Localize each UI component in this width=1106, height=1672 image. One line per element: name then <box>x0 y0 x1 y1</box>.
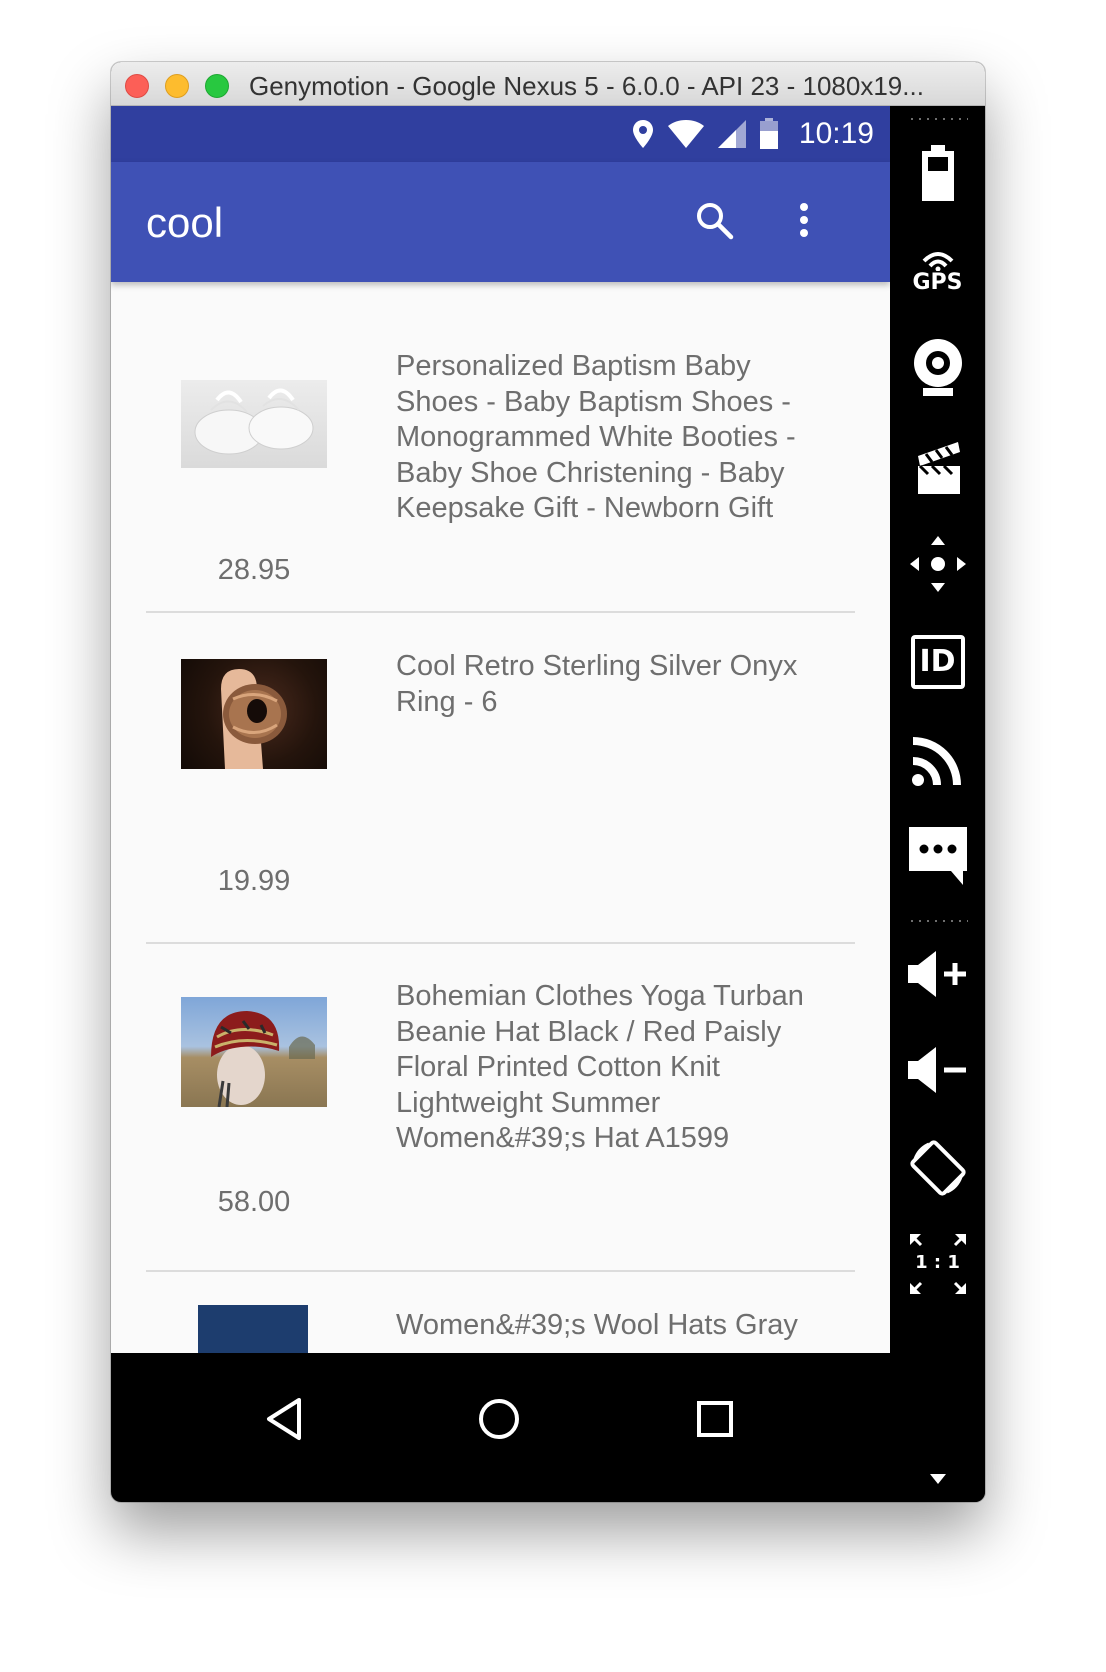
clapperboard-icon <box>917 441 960 494</box>
battery-icon <box>921 144 954 201</box>
android-screen: 10:19 cool Personalized Baptism Baby Sho… <box>111 106 890 1502</box>
network-widget-button[interactable] <box>900 722 975 797</box>
list-item[interactable]: Women&#39;s Wool Hats Gray <box>146 1272 855 1353</box>
gps-widget-button[interactable]: GPS <box>900 234 975 309</box>
home-circle-icon <box>479 1399 519 1439</box>
status-time: 10:19 <box>798 117 874 150</box>
device-id-widget-button[interactable]: ID <box>900 624 975 699</box>
more-vert-icon <box>800 203 808 237</box>
rotate-icon <box>909 1139 966 1196</box>
list-item[interactable]: Bohemian Clothes Yoga Turban Beanie Hat … <box>146 943 855 1272</box>
list-item[interactable]: Cool Retro Sterling Silver Onyx Ring - 6… <box>146 613 855 944</box>
product-image <box>198 1305 308 1353</box>
baby-shoes-image <box>194 388 314 455</box>
product-image <box>181 380 327 468</box>
search-button[interactable] <box>686 192 742 248</box>
item-title: Women&#39;s Wool Hats Gray <box>396 1309 798 1341</box>
close-window-button[interactable] <box>125 74 149 98</box>
item-price: 28.95 <box>217 554 291 586</box>
item-price: 58.00 <box>217 1186 291 1218</box>
dpad-widget-button[interactable] <box>900 526 975 601</box>
genymotion-window: Genymotion - Google Nexus 5 - 6.0.0 - AP… <box>111 62 985 1502</box>
home-button[interactable] <box>459 1379 539 1459</box>
gps-label: GPS <box>912 269 963 295</box>
id-badge: ID <box>910 634 965 689</box>
capture-widget-button[interactable] <box>900 430 975 505</box>
item-title: Personalized Baptism Baby Shoes - Baby B… <box>396 350 796 524</box>
volume-down-button[interactable] <box>900 1032 975 1107</box>
battery-widget-button[interactable] <box>900 136 975 211</box>
scale-label: 1 : 1 <box>915 1252 960 1273</box>
product-image <box>181 997 327 1107</box>
sms-widget-button[interactable] <box>900 818 975 893</box>
back-button[interactable] <box>244 1379 324 1459</box>
volume-up-button[interactable] <box>900 936 975 1011</box>
navigation-bar <box>111 1353 890 1502</box>
chevron-down-icon[interactable] <box>930 1474 946 1484</box>
location-icon <box>632 120 653 148</box>
id-label: ID <box>919 644 956 679</box>
window-titlebar: Genymotion - Google Nexus 5 - 6.0.0 - AP… <box>111 62 985 106</box>
app-bar: cool <box>111 162 890 282</box>
pixel-perfect-button[interactable]: 1 : 1 <box>900 1226 975 1301</box>
product-image <box>181 659 327 769</box>
battery-status-icon <box>759 118 778 149</box>
webcam-widget-button[interactable] <box>900 330 975 405</box>
turban-hat-image <box>211 1011 315 1107</box>
minimize-window-button[interactable] <box>165 74 189 98</box>
cell-signal-icon <box>717 120 746 148</box>
list-item[interactable]: Personalized Baptism Baby Shoes - Baby B… <box>146 282 855 613</box>
item-price: 19.99 <box>217 865 291 897</box>
search-icon <box>697 203 734 240</box>
page-title: cool <box>146 199 224 246</box>
back-triangle-icon <box>267 1398 301 1440</box>
genymotion-toolbar: GPS ID 1: 1 <box>890 106 985 1502</box>
overflow-menu-button[interactable] <box>776 192 832 248</box>
item-title: Bohemian Clothes Yoga Turban Beanie Hat … <box>396 980 804 1154</box>
recents-square-icon <box>697 1401 733 1437</box>
volume-up-icon <box>907 950 966 997</box>
rss-icon <box>911 736 961 786</box>
gps-signal-icon <box>922 251 953 271</box>
rotate-button[interactable] <box>900 1130 975 1205</box>
webcam-icon <box>913 338 962 396</box>
ring-image <box>221 669 287 769</box>
sms-icon <box>908 826 967 885</box>
dpad-icon <box>909 535 966 592</box>
recents-button[interactable] <box>675 1379 755 1459</box>
status-bar: 10:19 <box>111 106 890 162</box>
zoom-window-button[interactable] <box>205 74 229 98</box>
window-title: Genymotion - Google Nexus 5 - 6.0.0 - AP… <box>249 71 924 101</box>
item-title: Cool Retro Sterling Silver Onyx Ring - 6 <box>396 650 798 718</box>
volume-down-icon <box>907 1046 966 1093</box>
product-list[interactable]: Personalized Baptism Baby Shoes - Baby B… <box>111 282 890 1353</box>
wifi-icon <box>667 120 704 148</box>
